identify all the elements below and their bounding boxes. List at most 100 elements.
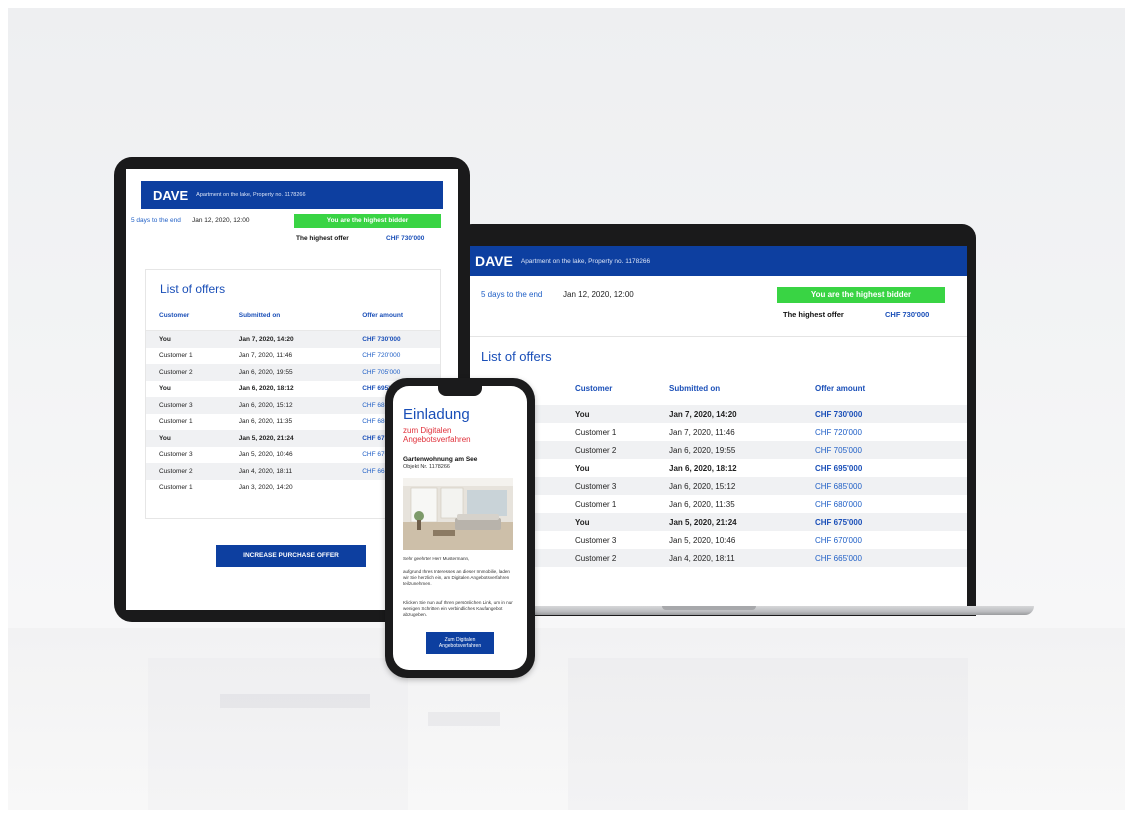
property-title: Apartment on the lake, Property no. 1178…: [196, 192, 306, 198]
row-amount: CHF 705'000: [815, 445, 862, 455]
column-customer: Customer: [575, 383, 613, 393]
laptop-hinge-notch: [662, 606, 756, 610]
table-row: You Jan 5, 2020, 21:24 CHF 675'000: [467, 513, 967, 531]
row-customer: You: [159, 385, 171, 393]
row-submitted: Jan 7, 2020, 14:20: [238, 335, 294, 343]
deadline-date: Jan 12, 2020, 12:00: [192, 217, 250, 224]
table-row: Customer 1 Jan 6, 2020, 11:35 CHF 680'000: [467, 495, 967, 513]
row-submitted: Jan 5, 2020, 10:46: [669, 535, 736, 545]
auction-status: 5 days to the end Jan 12, 2020, 12:00 Yo…: [126, 209, 458, 253]
row-submitted: Jan 6, 2020, 18:12: [238, 385, 294, 393]
row-amount: CHF 670'000: [815, 535, 862, 545]
increase-offer-button[interactable]: INCREASE PURCHASE OFFER: [216, 545, 366, 567]
table-row: You Jan 6, 2020, 18:12 CHF 695'000: [467, 459, 967, 477]
brand-logo: DAVE: [475, 253, 513, 269]
object-number: Objekt Nr. 1178266: [403, 464, 450, 470]
brand-logo: DAVE: [153, 187, 189, 203]
row-customer: You: [575, 517, 590, 527]
row-amount: CHF 705'000: [362, 368, 401, 376]
table-row: Customer 3 Jan 6, 2020, 15:12 CHF 685'000: [467, 477, 967, 495]
column-amount: Offer amount: [362, 311, 404, 319]
laptop-screen: DAVE Apartment on the lake, Property no.…: [467, 246, 967, 614]
auction-status: 5 days to the end Jan 12, 2020, 12:00 Yo…: [467, 276, 967, 336]
highest-offer-label: The highest offer: [296, 235, 349, 242]
offers-table-body: You Jan 7, 2020, 14:20 CHF 730'000 Customer…: [467, 405, 967, 567]
row-customer: Customer 2: [575, 445, 617, 455]
row-customer: Customer 2: [159, 368, 193, 376]
row-amount: CHF 720'000: [362, 352, 401, 360]
table-header: Customer Submitted on Offer amount: [481, 371, 967, 405]
row-submitted: Jan 5, 2020, 10:46: [238, 451, 293, 459]
row-customer: Customer 2: [159, 467, 193, 475]
body-text-1: aufgrund Ihres Interesses an dieser Immo…: [403, 569, 510, 586]
tablet-reflection: [148, 658, 408, 810]
row-submitted: Jan 3, 2020, 14:20: [238, 484, 293, 492]
row-submitted: Jan 6, 2020, 15:12: [669, 481, 736, 491]
object-title: Gartenwohnung am See: [403, 456, 478, 463]
row-customer: Customer 1: [159, 484, 193, 492]
phone-notch: [438, 386, 482, 396]
row-customer: Customer 3: [575, 481, 617, 491]
row-amount: CHF 675'000: [815, 517, 863, 527]
laptop-device: DAVE Apartment on the lake, Property no.…: [458, 224, 976, 616]
table-row: You Jan 7, 2020, 14:20 CHF 730'000: [467, 405, 967, 423]
row-amount: CHF 680'000: [815, 499, 862, 509]
table-row: Customer 2 Jan 4, 2020, 18:11 CHF 665'000: [467, 549, 967, 567]
phone-device: Einladung zum Digitalen Angebotsverfahre…: [385, 378, 535, 678]
highest-bidder-banner: You are the highest bidder: [294, 214, 441, 228]
property-title: Apartment on the lake, Property no. 1178…: [520, 257, 651, 265]
table-row: Customer 1 Jan 7, 2020, 11:46 CHF 720'000: [146, 348, 440, 365]
row-submitted: Jan 6, 2020, 19:55: [669, 445, 736, 455]
row-amount: CHF 730'000: [362, 335, 401, 343]
row-customer: Customer 1: [575, 427, 617, 437]
phone-screen: Einladung zum Digitalen Angebotsverfahre…: [393, 386, 527, 670]
table-row: Customer 1 Jan 7, 2020, 11:46 CHF 720'000: [467, 423, 967, 441]
laptop-reflection: [568, 658, 968, 810]
row-customer: Customer 1: [575, 499, 617, 509]
button-reflection: [428, 712, 500, 726]
row-submitted: Jan 7, 2020, 14:20: [669, 409, 737, 419]
row-submitted: Jan 7, 2020, 11:46: [669, 427, 735, 437]
apartment-photo: [403, 478, 513, 550]
row-submitted: Jan 6, 2020, 19:55: [238, 368, 293, 376]
highest-offer-value: CHF 730'000: [386, 235, 425, 242]
column-submitted: Submitted on: [238, 311, 281, 319]
list-title: List of offers: [160, 282, 226, 296]
row-amount: CHF 665'000: [815, 553, 862, 563]
row-submitted: Jan 7, 2020, 11:46: [238, 352, 293, 360]
row-customer: You: [575, 463, 590, 473]
table-row: Customer 2 Jan 6, 2020, 19:55 CHF 705'000: [146, 364, 440, 381]
column-submitted: Submitted on: [669, 383, 721, 393]
offers-list: List of offers Customer Submitted on Off…: [467, 349, 967, 567]
greeting-text: Sehr geehrter Herr Mustermann,: [403, 556, 470, 561]
tablet-header: DAVE Apartment on the lake, Property no.…: [141, 181, 443, 209]
row-submitted: Jan 4, 2020, 18:11: [669, 553, 735, 563]
table-row: Customer 3 Jan 5, 2020, 10:46 CHF 670'000: [467, 531, 967, 549]
row-submitted: Jan 6, 2020, 15:12: [238, 401, 293, 409]
highest-offer-value: CHF 730'000: [885, 310, 930, 319]
row-submitted: Jan 5, 2020, 21:24: [669, 517, 737, 527]
floor-reflection-area: [8, 628, 1125, 810]
row-customer: Customer 3: [159, 401, 193, 409]
highest-offer-label: The highest offer: [783, 310, 844, 319]
column-customer: Customer: [159, 311, 190, 319]
digital-offer-button[interactable]: Zum Digitalen Angebotsverfahren: [426, 632, 494, 654]
divider: [467, 336, 967, 337]
row-amount: CHF 685'000: [815, 481, 862, 491]
row-customer: You: [575, 409, 590, 419]
row-amount: CHF 720'000: [815, 427, 862, 437]
laptop-header: DAVE Apartment on the lake, Property no.…: [467, 246, 967, 276]
row-customer: Customer 3: [575, 535, 617, 545]
invitation-title: Einladung: [403, 406, 470, 423]
column-amount: Offer amount: [815, 383, 866, 393]
countdown-link[interactable]: 5 days to the end: [131, 217, 181, 224]
row-amount: CHF 730'000: [815, 409, 863, 419]
countdown-link[interactable]: 5 days to the end: [481, 290, 542, 299]
list-title: List of offers: [481, 349, 552, 364]
body-text-2: Klicken Sie nun auf Ihren persönlichen L…: [403, 600, 513, 617]
table-row: Customer 2 Jan 6, 2020, 19:55 CHF 705'000: [467, 441, 967, 459]
row-customer: Customer 1: [159, 418, 193, 426]
row-submitted: Jan 5, 2020, 21:24: [238, 434, 294, 442]
living-room-image: [403, 478, 513, 550]
invitation-subtitle: zum Digitalen Angebotsverfahren: [403, 426, 471, 444]
